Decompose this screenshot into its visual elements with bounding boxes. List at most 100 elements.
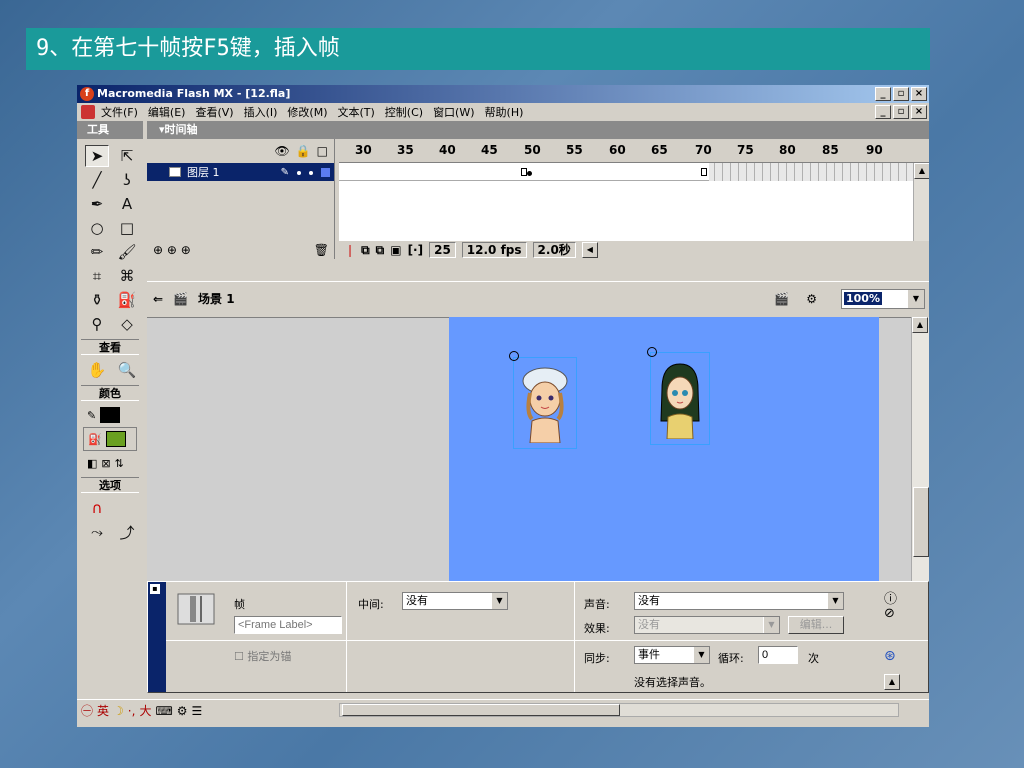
moon-icon[interactable]: ☽ — [113, 704, 124, 718]
delete-layer-icon[interactable]: 🗑 — [314, 243, 329, 257]
collapse-icon[interactable]: ▪ — [150, 584, 160, 594]
full-width-mode[interactable]: 大 — [139, 702, 151, 719]
eyedropper-tool-icon[interactable]: ⚲ — [85, 313, 109, 335]
edit-multiple-icon[interactable]: ▣ — [390, 243, 401, 257]
lock-dot[interactable] — [309, 170, 313, 175]
edit-symbol-icon[interactable]: ⚙ — [806, 292, 817, 306]
onion-outline-icon[interactable]: ⧉ — [376, 243, 385, 258]
free-transform-tool-icon[interactable]: ⌗ — [85, 265, 109, 287]
scroll-thumb[interactable] — [342, 704, 620, 716]
onion-skin-icon[interactable]: ⧉ — [361, 243, 370, 258]
sound-select[interactable]: 没有 ▼ — [634, 592, 844, 610]
edit-scene-icon[interactable]: 🎬 — [774, 292, 789, 306]
scroll-left-icon[interactable]: ◀ — [581, 242, 598, 258]
frame-label-input[interactable] — [234, 616, 342, 634]
rectangle-tool-icon[interactable]: □ — [115, 217, 139, 239]
subselect-tool-icon[interactable]: ⇱ — [115, 145, 139, 167]
doc-maximize-button[interactable]: ▫ — [893, 105, 909, 119]
back-arrow-icon[interactable]: ⇐ — [153, 292, 163, 306]
default-colors-icon[interactable]: ◧ — [87, 457, 97, 470]
smooth-icon[interactable]: ⤳ — [85, 521, 109, 543]
pen-tool-icon[interactable]: ✒ — [85, 193, 109, 215]
close-button[interactable]: × — [911, 87, 927, 101]
frame-row[interactable] — [339, 163, 929, 181]
horizontal-scrollbar[interactable] — [339, 703, 899, 717]
fill-color-icon: ⛽ — [88, 432, 102, 446]
onion-markers-icon[interactable]: [·] — [408, 243, 424, 257]
center-frame-icon[interactable]: ❘ — [345, 243, 355, 257]
zoom-select[interactable]: 100% ▼ — [841, 289, 925, 309]
keyboard-icon[interactable]: ⌨ — [155, 704, 172, 718]
outline-color-box[interactable] — [321, 168, 330, 177]
accessibility-icon[interactable]: ⊛ — [884, 648, 896, 664]
stage[interactable] — [449, 317, 879, 581]
doc-minimize-button[interactable]: _ — [875, 105, 891, 119]
punctuation-icon[interactable]: ·, — [128, 704, 136, 718]
oval-tool-icon[interactable]: ○ — [85, 217, 109, 239]
collapse-up-icon[interactable]: ▲ — [884, 674, 900, 690]
fill-color-swatch[interactable] — [105, 431, 126, 447]
doc-close-button[interactable]: × — [911, 105, 927, 119]
scroll-up-icon[interactable]: ▲ — [914, 163, 929, 179]
settings-icon[interactable]: ⊘ — [884, 606, 895, 621]
character-girl-hat[interactable] — [513, 357, 577, 449]
minimize-button[interactable]: _ — [875, 87, 891, 101]
end-frame-marker[interactable] — [701, 168, 707, 176]
character-girl-dark-hair[interactable] — [650, 352, 710, 445]
ime-logo-icon[interactable]: ㊀ — [81, 702, 93, 719]
anchor-checkbox[interactable]: ☐ 指定为锚 — [234, 648, 291, 664]
ime-menu-icon[interactable]: ☰ — [192, 704, 203, 718]
text-tool-icon[interactable]: A — [115, 193, 139, 215]
zoom-tool-icon[interactable]: 🔍 — [115, 359, 139, 381]
scroll-up-icon[interactable]: ▲ — [912, 317, 928, 333]
ime-mode[interactable]: 英 — [97, 702, 109, 719]
no-color-icon[interactable]: ⊠ — [101, 457, 110, 470]
scroll-thumb[interactable] — [913, 487, 929, 557]
menu-edit[interactable]: 编辑(E) — [148, 104, 186, 120]
chevron-down-icon[interactable]: ▼ — [491, 593, 507, 609]
lock-icon[interactable]: 🔒 — [296, 144, 311, 158]
paint-bucket-tool-icon[interactable]: ⛽ — [115, 289, 139, 311]
chevron-down-icon[interactable]: ▼ — [827, 593, 843, 609]
line-tool-icon[interactable]: ╱ — [85, 169, 109, 191]
outline-icon[interactable]: □ — [317, 144, 328, 158]
brush-tool-icon[interactable]: 🖌 — [115, 241, 139, 263]
stroke-color-icon: ✎ — [87, 408, 97, 422]
ime-tools-icon[interactable]: ⚙ — [177, 704, 188, 718]
ink-bottle-tool-icon[interactable]: ⚱ — [85, 289, 109, 311]
stroke-color-swatch[interactable] — [100, 407, 121, 423]
hand-tool-icon[interactable]: ✋ — [85, 359, 109, 381]
menu-view[interactable]: 查看(V) — [195, 104, 233, 120]
tween-select[interactable]: 没有 ▼ — [402, 592, 508, 610]
loop-input[interactable] — [758, 646, 798, 664]
snap-magnet-icon[interactable]: ∩ — [85, 497, 109, 519]
swap-colors-icon[interactable]: ⇅ — [115, 457, 124, 470]
menu-modify[interactable]: 修改(M) — [287, 104, 327, 120]
eraser-tool-icon[interactable]: ◇ — [115, 313, 139, 335]
arrow-tool-icon[interactable]: ➤ — [85, 145, 109, 167]
add-layer-icon[interactable]: ⊕ ⊕ ⊕ — [153, 243, 191, 257]
maximize-button[interactable]: ▫ — [893, 87, 909, 101]
menu-text[interactable]: 文本(T) — [337, 104, 374, 120]
menu-help[interactable]: 帮助(H) — [485, 104, 524, 120]
sync-select[interactable]: 事件 ▼ — [634, 646, 710, 664]
lasso-tool-icon[interactable]: ʖ — [115, 169, 139, 191]
show-hide-eye-icon[interactable]: 👁 — [274, 144, 289, 158]
menu-window[interactable]: 窗口(W) — [433, 104, 474, 120]
pencil-tool-icon[interactable]: ✏ — [85, 241, 109, 263]
visibility-dot[interactable] — [297, 170, 301, 175]
chevron-down-icon[interactable]: ▼ — [693, 647, 709, 663]
menu-insert[interactable]: 插入(I) — [244, 104, 278, 120]
frames-area[interactable]: 30 35 40 45 50 55 60 65 70 75 80 85 90 ▲… — [339, 139, 929, 259]
layer-row[interactable]: 图层 1 ✎ — [147, 163, 334, 181]
straighten-icon[interactable]: ⤴ — [115, 521, 139, 543]
edit-bar: ⇐ 🎬 场景 1 🎬 ⚙ 100% ▼ — [147, 281, 929, 315]
help-icon[interactable]: ⓘ — [884, 588, 897, 607]
stage-vscroll[interactable]: ▲ — [911, 317, 929, 581]
menu-file[interactable]: 文件(F) — [101, 104, 138, 120]
timeline-vscroll[interactable]: ▲ — [913, 163, 929, 241]
keyframe-dot[interactable] — [527, 171, 532, 176]
chevron-down-icon[interactable]: ▼ — [908, 290, 924, 308]
fill-transform-tool-icon[interactable]: ⌘ — [115, 265, 139, 287]
menu-control[interactable]: 控制(C) — [385, 104, 423, 120]
